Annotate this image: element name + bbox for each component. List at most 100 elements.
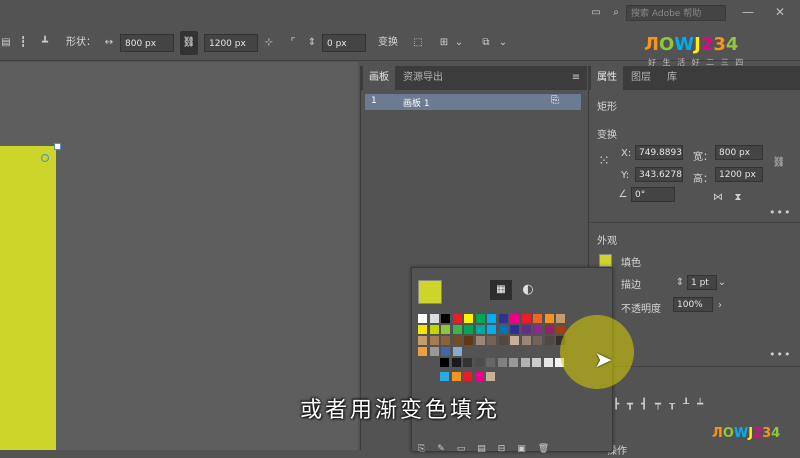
isolate-icon[interactable]: ⧉ [478,34,494,52]
color-swatch[interactable] [474,372,484,381]
chevron-right-icon[interactable]: › [715,297,725,315]
color-swatch[interactable] [441,314,450,323]
color-swatch[interactable] [498,325,508,334]
rotation-field[interactable]: 0° [631,187,675,202]
panel-toggle-icon[interactable]: ▭ [588,4,604,22]
more-options-icon[interactable]: ••• [769,348,791,361]
swatch-footer-icons[interactable]: ⎘✎▭▤⊟▣🗑 [418,440,598,458]
tab-artboards[interactable]: 画板 [363,66,395,90]
color-swatch[interactable] [474,358,484,367]
color-swatch[interactable] [509,358,518,367]
color-swatch[interactable] [452,325,462,334]
color-swatch[interactable] [487,336,496,345]
pattern-swatch[interactable] [429,347,439,356]
color-swatch[interactable] [510,314,519,323]
search-input[interactable]: 搜索 Adobe 帮助 [626,5,726,21]
color-swatch[interactable] [497,358,507,367]
chevron-down-icon[interactable]: ⌄ [498,34,508,52]
color-swatch[interactable] [521,336,531,345]
tab-properties[interactable]: 属性 [591,66,623,90]
color-swatch[interactable] [429,336,439,345]
color-swatch[interactable] [440,358,449,367]
color-swatch[interactable] [521,314,531,323]
color-swatch[interactable] [510,325,519,334]
color-swatch[interactable] [498,314,508,323]
color-swatch[interactable] [464,336,473,345]
transform-label[interactable]: 变换 [378,34,398,52]
selection-handle[interactable] [54,143,61,150]
artboard-options-icon[interactable]: ⎘ [551,95,559,106]
width-field[interactable]: 800 px [120,34,174,52]
align-bottom-icon[interactable]: ┻ [38,34,52,52]
color-swatch[interactable] [463,358,472,367]
corner-radius-field[interactable]: 0 px [322,34,366,52]
stroke-weight-field[interactable]: 1 pt [687,275,717,290]
color-picker-button[interactable]: ◐ [518,280,538,300]
color-swatch[interactable] [544,314,554,323]
color-swatch[interactable] [533,336,542,345]
color-swatch[interactable] [533,314,542,323]
panel-menu-icon[interactable]: ≡ [569,69,583,87]
align-grid-icon[interactable]: ⊞ [436,34,452,52]
color-swatch[interactable] [532,358,541,367]
color-swatch[interactable] [452,336,462,345]
color-swatch[interactable] [486,372,495,381]
color-swatch[interactable] [475,336,485,345]
stroke-label[interactable]: 描边 [621,276,641,291]
reference-point-icon[interactable]: ⁙ [595,152,613,170]
color-swatch[interactable] [464,325,473,334]
stepper-icon[interactable]: ⇕ [306,34,318,52]
close-button[interactable]: ✕ [770,4,790,20]
color-swatch[interactable] [556,325,565,334]
color-swatch[interactable] [487,314,496,323]
width-field-props[interactable]: 800 px [715,145,763,160]
minimize-button[interactable]: — [738,4,758,20]
color-swatch[interactable] [418,336,427,345]
color-swatch[interactable] [543,358,553,367]
x-field[interactable]: 749.8893 [635,145,683,160]
chevron-down-icon[interactable]: ⌄ [717,274,727,292]
color-swatch[interactable] [418,314,427,323]
tab-asset-export[interactable]: 资源导出 [397,66,449,90]
height-field[interactable]: 1200 px [204,34,258,52]
more-options-icon[interactable]: ••• [769,206,791,219]
y-field[interactable]: 343.6278 [635,167,683,182]
pattern-swatch[interactable] [452,347,462,356]
pattern-swatch[interactable] [441,347,450,356]
chevron-down-icon[interactable]: ⌄ [454,34,464,52]
color-swatch[interactable] [464,314,473,323]
color-swatch[interactable] [544,336,554,345]
color-swatch[interactable] [440,372,449,381]
corner-type-icon[interactable]: ⌜ [286,34,300,52]
color-swatch[interactable] [475,314,485,323]
flip-horizontal-icon[interactable]: ⋈ [711,189,725,207]
color-swatch[interactable] [475,325,485,334]
tab-libraries[interactable]: 库 [661,66,683,90]
color-swatch[interactable] [441,325,450,334]
align-center-icon[interactable]: ┇ [16,34,30,52]
color-swatch[interactable] [498,336,508,345]
swatches-mode-button[interactable]: ▦ [490,280,512,300]
unlink-icon[interactable]: ⛓ [771,154,787,172]
height-field-props[interactable]: 1200 px [715,167,763,182]
color-swatch[interactable] [544,325,554,334]
color-swatch[interactable] [451,372,461,381]
tab-layers[interactable]: 图层 [625,66,657,90]
color-swatch[interactable] [487,325,496,334]
color-swatch[interactable] [533,325,542,334]
transform-icon[interactable]: ⬚ [410,34,426,52]
color-swatch[interactable] [521,325,531,334]
color-swatch[interactable] [418,325,427,334]
corner-widget[interactable] [41,154,49,162]
color-swatch[interactable] [510,336,519,345]
opacity-field[interactable]: 100% [673,297,713,312]
color-swatch[interactable] [452,314,462,323]
color-swatch[interactable] [486,358,495,367]
opacity-label[interactable]: 不透明度 [621,300,661,315]
artboard-row[interactable]: 1 画板 1 ⎘ [365,94,581,110]
color-swatch[interactable] [520,358,530,367]
align-left-icon[interactable]: ▤ [0,34,12,52]
pattern-swatch[interactable] [418,347,427,356]
flip-vertical-icon[interactable]: ⧗ [731,189,745,207]
link-proportions-button[interactable]: ⛓ [180,31,198,55]
